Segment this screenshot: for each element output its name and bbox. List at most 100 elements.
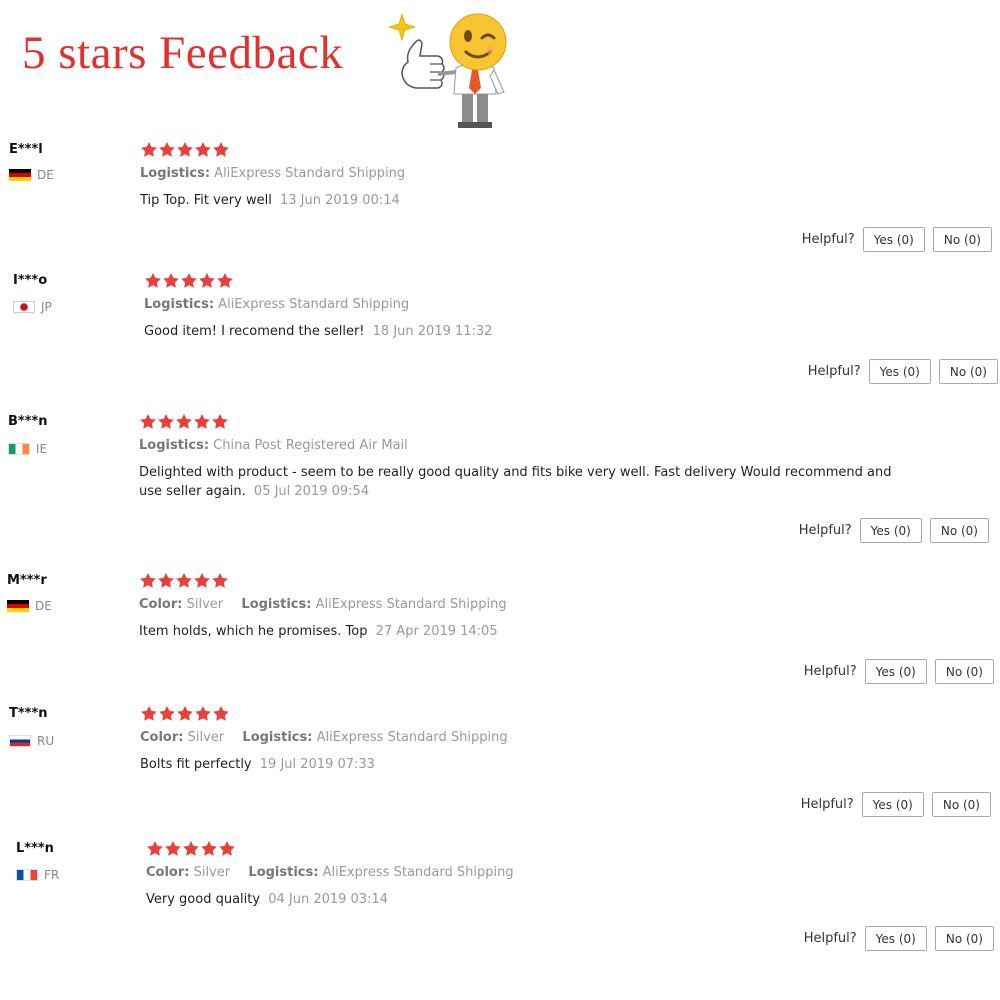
helpful-controls: Helpful? Yes (0) No (0) bbox=[799, 518, 989, 543]
helpful-yes-button[interactable]: Yes (0) bbox=[859, 518, 922, 543]
star-icon bbox=[177, 142, 193, 157]
helpful-no-button[interactable]: No (0) bbox=[934, 659, 994, 684]
helpful-controls: Helpful? Yes (0) No (0) bbox=[801, 792, 991, 817]
page-title: 5 stars Feedback bbox=[22, 27, 344, 79]
helpful-label: Helpful? bbox=[800, 797, 854, 812]
helpful-no-button[interactable]: No (0) bbox=[934, 926, 994, 951]
reviewer-country: JP bbox=[13, 300, 52, 314]
country-code: IE bbox=[36, 442, 48, 456]
star-rating bbox=[141, 142, 229, 157]
review-date: 04 Jun 2019 03:14 bbox=[268, 892, 389, 907]
review-body: Delighted with product - seem to be real… bbox=[139, 465, 892, 499]
france-flag-icon bbox=[16, 869, 38, 881]
review-item: M***r DE Color: Silver Logistics: AliExp… bbox=[0, 571, 1000, 701]
star-icon bbox=[176, 573, 192, 588]
helpful-yes-button[interactable]: Yes (0) bbox=[861, 792, 924, 817]
logistics-value: AliExpress Standard Shipping bbox=[315, 597, 507, 612]
star-rating bbox=[140, 414, 228, 429]
logistics-label: Logistics: bbox=[140, 166, 211, 181]
star-icon bbox=[177, 706, 193, 721]
helpful-controls: Helpful? Yes (0) No (0) bbox=[804, 926, 994, 951]
country-code: DE bbox=[35, 599, 52, 613]
helpful-no-button[interactable]: No (0) bbox=[931, 792, 991, 817]
star-icon bbox=[145, 273, 161, 288]
star-icon bbox=[165, 841, 181, 856]
helpful-controls: Helpful? Yes (0) No (0) bbox=[804, 659, 994, 684]
star-icon bbox=[195, 706, 211, 721]
logistics-value: AliExpress Standard Shipping bbox=[214, 166, 406, 181]
helpful-yes-button[interactable]: Yes (0) bbox=[868, 359, 931, 384]
logistics-label: Logistics: bbox=[248, 865, 319, 880]
star-icon bbox=[217, 273, 233, 288]
star-icon bbox=[213, 706, 229, 721]
star-rating bbox=[140, 573, 228, 588]
review-body: Bolts fit perfectly bbox=[140, 757, 252, 772]
logistics-value: AliExpress Standard Shipping bbox=[322, 865, 514, 880]
logistics-value: AliExpress Standard Shipping bbox=[218, 297, 410, 312]
helpful-no-button[interactable]: No (0) bbox=[932, 227, 992, 252]
reviewer-name: M***r bbox=[7, 573, 47, 588]
star-icon bbox=[213, 142, 229, 157]
review-meta: Color: Silver Logistics: AliExpress Stan… bbox=[139, 597, 507, 612]
review-date: 05 Jul 2019 09:54 bbox=[253, 484, 370, 499]
star-icon bbox=[141, 142, 157, 157]
country-code: RU bbox=[37, 734, 55, 748]
color-value: Silver bbox=[186, 597, 224, 612]
review-body: Item holds, which he promises. Top bbox=[139, 624, 368, 639]
helpful-yes-button[interactable]: Yes (0) bbox=[864, 926, 927, 951]
reviewer-name: B***n bbox=[8, 414, 48, 429]
color-value: Silver bbox=[193, 865, 231, 880]
star-icon bbox=[158, 573, 174, 588]
review-date: 18 Jun 2019 11:32 bbox=[372, 324, 493, 339]
star-icon bbox=[194, 414, 210, 429]
helpful-no-button[interactable]: No (0) bbox=[938, 359, 998, 384]
reviewer-name: E***l bbox=[9, 142, 43, 157]
review-text: Very good quality 04 Jun 2019 03:14 bbox=[146, 890, 926, 909]
star-icon bbox=[140, 414, 156, 429]
review-text: Bolts fit perfectly 19 Jul 2019 07:33 bbox=[140, 755, 920, 774]
color-label: Color: bbox=[140, 730, 184, 745]
helpful-yes-button[interactable]: Yes (0) bbox=[864, 659, 927, 684]
logistics-value: China Post Registered Air Mail bbox=[213, 438, 408, 453]
germany-flag-icon bbox=[9, 169, 31, 181]
review-meta: Logistics: China Post Registered Air Mai… bbox=[139, 438, 408, 453]
country-code: FR bbox=[44, 868, 60, 882]
star-icon bbox=[163, 273, 179, 288]
ireland-flag-icon bbox=[8, 443, 30, 455]
star-rating bbox=[141, 706, 229, 721]
star-icon bbox=[159, 142, 175, 157]
review-meta: Logistics: AliExpress Standard Shipping bbox=[140, 166, 405, 181]
color-label: Color: bbox=[139, 597, 183, 612]
review-text: Item holds, which he promises. Top 27 Ap… bbox=[139, 622, 919, 641]
review-text: Delighted with product - seem to be real… bbox=[139, 463, 909, 501]
star-icon bbox=[158, 414, 174, 429]
star-icon bbox=[212, 414, 228, 429]
star-icon bbox=[159, 706, 175, 721]
logistics-label: Logistics: bbox=[144, 297, 215, 312]
logistics-label: Logistics: bbox=[242, 730, 313, 745]
helpful-label: Helpful? bbox=[807, 364, 861, 379]
reviewer-name: T***n bbox=[9, 706, 48, 721]
reviewer-country: DE bbox=[9, 168, 54, 182]
logistics-label: Logistics: bbox=[241, 597, 312, 612]
star-icon bbox=[147, 841, 163, 856]
thumbs-up-emoji-icon bbox=[387, 12, 507, 128]
reviewer-name: L***n bbox=[16, 841, 54, 856]
review-item: I***o JP Logistics: AliExpress Standard … bbox=[0, 271, 1000, 401]
reviewer-country: DE bbox=[7, 599, 52, 613]
review-item: T***n RU Color: Silver Logistics: AliExp… bbox=[0, 704, 1000, 834]
star-rating bbox=[147, 841, 235, 856]
country-code: DE bbox=[37, 168, 54, 182]
star-icon bbox=[176, 414, 192, 429]
review-meta: Color: Silver Logistics: AliExpress Stan… bbox=[140, 730, 508, 745]
helpful-yes-button[interactable]: Yes (0) bbox=[862, 227, 925, 252]
star-icon bbox=[181, 273, 197, 288]
helpful-controls: Helpful? Yes (0) No (0) bbox=[802, 227, 992, 252]
star-icon bbox=[199, 273, 215, 288]
review-date: 19 Jul 2019 07:33 bbox=[259, 757, 375, 772]
logistics-label: Logistics: bbox=[139, 438, 210, 453]
helpful-label: Helpful? bbox=[803, 664, 857, 679]
review-item: E***l DE Logistics: AliExpress Standard … bbox=[0, 140, 1000, 270]
star-icon bbox=[219, 841, 235, 856]
helpful-no-button[interactable]: No (0) bbox=[929, 518, 989, 543]
